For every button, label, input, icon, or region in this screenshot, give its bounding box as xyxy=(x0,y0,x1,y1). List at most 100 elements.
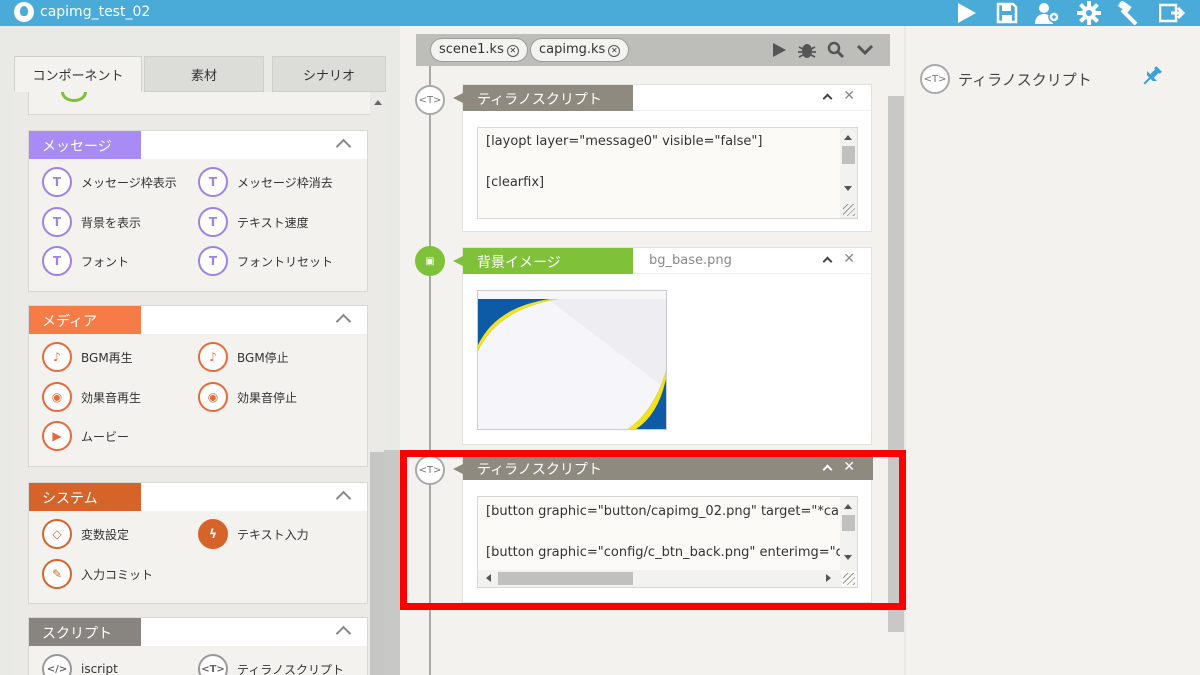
close-icon[interactable]: ✕ xyxy=(506,45,519,57)
component-item[interactable]: ✎ 入力コミット xyxy=(42,557,153,591)
property-panel xyxy=(906,26,1200,675)
component-item[interactable]: ◉ 効果音停止 xyxy=(198,380,297,414)
message-hide-icon: T xyxy=(198,167,228,197)
section-header[interactable]: スクリプト xyxy=(29,618,367,646)
show-background-icon: T xyxy=(42,207,72,237)
background-card[interactable]: 背景イメージ bg_base.png ✕ xyxy=(453,247,872,445)
background-thumbnail[interactable] xyxy=(477,290,667,430)
file-tab-scene1[interactable]: scene1.ks ✕ xyxy=(430,38,528,62)
card-header[interactable]: 背景イメージ bg_base.png ✕ xyxy=(453,248,871,274)
chevron-down-icon[interactable] xyxy=(854,40,876,60)
section-message: メッセージ T メッセージ枠表示 T メッセージ枠消去 T 背景を表示 T テキ… xyxy=(28,130,368,292)
iscript-icon: </> xyxy=(42,654,72,675)
collapse-icon[interactable] xyxy=(822,93,833,104)
search-icon[interactable] xyxy=(825,40,847,60)
card-type-badge: ティラノスクリプト xyxy=(453,85,633,111)
file-tab-bar: scene1.ks ✕ capimg.ks ✕ xyxy=(416,34,890,66)
section-header[interactable]: メディア xyxy=(29,306,367,334)
component-label: 変数設定 xyxy=(81,527,130,542)
background-image-icon xyxy=(61,92,87,102)
se-play-icon: ◉ xyxy=(42,382,72,412)
bgm-stop-icon: ♪ xyxy=(198,342,228,372)
component-item[interactable]: ♪ BGM再生 xyxy=(42,340,133,374)
tyrano-script-icon: <T> xyxy=(920,64,950,94)
component-label: テキスト入力 xyxy=(237,527,309,542)
scroll-up-icon[interactable] xyxy=(844,135,852,140)
play-icon[interactable] xyxy=(768,40,790,60)
component-item[interactable]: T メッセージ枠消去 xyxy=(198,165,333,199)
component-label: フォント xyxy=(81,254,130,269)
section-script: スクリプト </> iscript <T> ティラノスクリプト xyxy=(28,617,368,675)
tab-components[interactable]: コンポーネント xyxy=(14,56,142,92)
tab-materials[interactable]: 素材 xyxy=(144,56,264,92)
component-item[interactable]: ◇ 変数設定 xyxy=(42,517,129,551)
component-item[interactable]: T メッセージ枠表示 xyxy=(42,165,177,199)
close-icon[interactable]: ✕ xyxy=(608,45,621,57)
component-label: ティラノスクリプト xyxy=(237,662,345,675)
component-item[interactable]: <T> ティラノスクリプト xyxy=(198,652,344,675)
user-settings-icon[interactable] xyxy=(1034,0,1062,26)
font-reset-icon: T xyxy=(198,246,228,276)
component-item[interactable]: T 背景を表示 xyxy=(42,205,141,239)
script-textarea[interactable]: [layopt layer="message0" visible="false"… xyxy=(477,127,858,219)
scroll-up-icon[interactable] xyxy=(374,100,382,105)
section-title: メッセージ xyxy=(29,131,141,159)
partial-section xyxy=(28,92,382,115)
save-icon[interactable] xyxy=(993,0,1021,26)
card-type-badge: 背景イメージ xyxy=(453,248,633,274)
component-item[interactable]: T テキスト速度 xyxy=(198,205,309,239)
tyrano-script-icon: <T> xyxy=(198,654,228,675)
code-line: [clearfix] xyxy=(486,175,545,190)
section-header[interactable]: メッセージ xyxy=(29,131,367,159)
build-hammer-icon[interactable] xyxy=(1116,0,1144,26)
movie-icon: ▶ xyxy=(42,421,72,451)
section-header[interactable]: システム xyxy=(29,483,367,511)
chevron-up-icon[interactable] xyxy=(335,490,352,507)
file-tab-label: capimg.ks xyxy=(539,42,606,57)
section-system: システム ◇ 変数設定 ϟ テキスト入力 ✎ 入力コミット xyxy=(28,482,368,604)
component-label: iscript xyxy=(81,662,118,675)
chevron-up-icon[interactable] xyxy=(335,625,352,642)
bgm-play-icon: ♪ xyxy=(42,342,72,372)
scrollbar-thumb[interactable] xyxy=(842,146,855,164)
app-title: capimg_test_02 xyxy=(40,4,151,20)
collapse-icon[interactable] xyxy=(822,256,833,267)
close-icon[interactable]: ✕ xyxy=(843,88,855,104)
tyrano-script-icon: <T> xyxy=(415,85,445,115)
component-item[interactable]: T フォント xyxy=(42,244,129,278)
component-item[interactable]: ▶ ムービー xyxy=(42,419,129,453)
pin-icon[interactable] xyxy=(1140,64,1164,88)
component-item[interactable]: ϟ テキスト入力 xyxy=(198,517,309,551)
component-item[interactable]: ♪ BGM停止 xyxy=(198,340,289,374)
component-label: 効果音停止 xyxy=(237,390,298,405)
component-label: メッセージ枠消去 xyxy=(237,175,333,190)
component-label: メッセージ枠表示 xyxy=(81,175,177,190)
file-tab-capimg[interactable]: capimg.ks ✕ xyxy=(530,38,630,62)
play-icon[interactable] xyxy=(952,0,980,26)
gear-icon[interactable] xyxy=(1075,0,1103,26)
card-header[interactable]: ティラノスクリプト ✕ xyxy=(453,85,871,111)
chevron-up-icon[interactable] xyxy=(335,138,352,155)
editor-left-scrollbar[interactable] xyxy=(384,450,400,675)
component-label: BGM停止 xyxy=(237,350,289,365)
app-logo-icon xyxy=(14,2,34,22)
tab-scenario[interactable]: シナリオ xyxy=(272,56,386,92)
chevron-up-icon[interactable] xyxy=(335,313,352,330)
script-card[interactable]: ティラノスクリプト ✕ [layopt layer="message0" vis… xyxy=(453,84,872,232)
component-item[interactable]: T フォントリセット xyxy=(198,244,333,278)
text-input-icon: ϟ xyxy=(198,519,228,549)
resize-grip[interactable] xyxy=(843,204,855,216)
title-bar: capimg_test_02 xyxy=(0,0,1200,26)
left-tab-bar: コンポーネント 素材 シナリオ xyxy=(14,56,386,92)
close-icon[interactable]: ✕ xyxy=(843,251,855,267)
file-tab-label: scene1.ks xyxy=(439,42,504,57)
highlight-box xyxy=(400,450,906,610)
card-title: ティラノスクリプト xyxy=(477,92,602,108)
export-icon[interactable] xyxy=(1158,0,1186,26)
section-media: メディア ♪ BGM再生 ♪ BGM停止 ◉ 効果音再生 ◉ 効果音停止 ▶ ム… xyxy=(28,305,368,467)
component-item[interactable]: </> iscript xyxy=(42,652,118,675)
font-icon: T xyxy=(42,246,72,276)
debug-bug-icon[interactable] xyxy=(796,40,818,60)
component-item[interactable]: ◉ 効果音再生 xyxy=(42,380,141,414)
scroll-down-icon[interactable] xyxy=(844,186,852,191)
